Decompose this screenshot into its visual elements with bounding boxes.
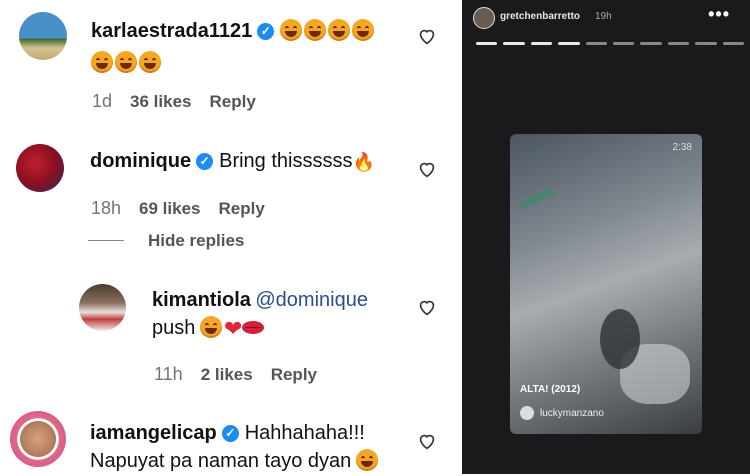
heart-outline-icon[interactable] [416, 158, 438, 180]
progress-segment [503, 42, 525, 45]
verified-badge-icon: ✓ [221, 425, 239, 442]
progress-segment [476, 42, 498, 45]
more-options-icon[interactable]: ••• [708, 4, 730, 25]
comment-karlaestrada1121: karlaestrada1121 ✓ [91, 15, 411, 81]
comment-meta: 18h 69 likes Reply [91, 198, 283, 219]
comment-username[interactable]: iamangelicap [90, 422, 217, 444]
comment-username[interactable]: karlaestrada1121 [91, 20, 252, 42]
comments-panel: karlaestrada1121 ✓ 1d 36 likes Reply domini… [0, 0, 462, 474]
verified-badge-icon: ✓ [196, 153, 214, 170]
story-username[interactable]: gretchenbarretto [500, 11, 580, 22]
kiss-lips-emoji-icon [242, 321, 265, 334]
hide-replies-divider [88, 240, 124, 241]
avatar[interactable] [16, 144, 64, 192]
progress-segment [558, 42, 580, 45]
progress-segment [613, 42, 635, 45]
video-user-avatar [520, 406, 534, 420]
story-time: 19h [595, 11, 612, 22]
comment-text: Bring thissssss [219, 150, 353, 172]
heart-outline-icon[interactable] [416, 25, 438, 47]
mention-link[interactable]: @dominique [255, 289, 368, 311]
comment-dominique: dominique ✓ Bring thissssss🔥 [90, 148, 410, 176]
progress-segment [530, 42, 553, 45]
comment-text: push [152, 317, 196, 339]
video-light-streak [519, 186, 556, 210]
video-label: ALTA! (2012) [520, 384, 581, 395]
story-avatar[interactable] [473, 7, 495, 29]
reply-button[interactable]: Reply [271, 365, 317, 384]
comment-username[interactable]: dominique [90, 150, 191, 172]
story-panel: gretchenbarretto 19h ••• 2:38 ALTA! (201… [462, 0, 750, 474]
laughing-emoji-icon [91, 51, 113, 73]
fire-emoji-icon: 🔥 [352, 152, 375, 172]
avatar[interactable] [19, 12, 67, 60]
reply-button[interactable]: Reply [209, 92, 255, 111]
comment-age: 18h [91, 198, 122, 218]
video-timestamp: 2:38 [672, 142, 692, 153]
avatar[interactable] [79, 284, 126, 331]
likes-count[interactable]: 69 likes [139, 199, 200, 218]
hide-replies-button[interactable]: Hide replies [148, 231, 244, 251]
likes-count[interactable]: 36 likes [130, 92, 191, 111]
comment-text-line2: Napuyat pa naman tayo dyan [90, 450, 352, 472]
comment-meta: 11h 2 likes Reply [154, 364, 335, 385]
progress-segment [695, 42, 717, 45]
heart-outline-icon[interactable] [416, 430, 438, 452]
comment-kimantiola: kimantiola @dominique push ❤ [152, 287, 412, 343]
laughing-emoji-icon [115, 51, 137, 73]
story-progress-bar [476, 42, 745, 45]
progress-segment [722, 42, 745, 45]
progress-segment [585, 42, 608, 45]
comment-meta: 1d 36 likes Reply [92, 91, 274, 112]
laughing-emoji-icon [199, 316, 222, 338]
laughing-emoji-icon [304, 19, 327, 41]
comment-text: Hahhahaha!!! [244, 422, 365, 444]
laughing-emoji-icon [328, 19, 351, 41]
progress-segment [640, 42, 662, 45]
laughing-emoji-icon [139, 51, 161, 73]
heart-outline-icon[interactable] [416, 296, 438, 318]
verified-badge-icon: ✓ [257, 23, 275, 40]
video-username: luckymanzano [540, 408, 604, 419]
comment-age: 11h [154, 364, 183, 384]
comment-iamangelicap: iamangelicap ✓ Hahhahaha!!! Napuyat pa nam… [90, 420, 430, 476]
avatar[interactable] [10, 411, 66, 467]
likes-count[interactable]: 2 likes [201, 365, 253, 384]
progress-segment [667, 42, 690, 45]
comment-age: 1d [92, 91, 113, 111]
laughing-emoji-icon [355, 449, 378, 471]
laughing-emoji-icon [280, 19, 303, 41]
laughing-emoji-icon [352, 19, 375, 41]
heart-emoji-icon: ❤ [223, 316, 243, 341]
story-video[interactable]: 2:38 ALTA! (2012) luckymanzano [510, 134, 702, 434]
reply-button[interactable]: Reply [219, 199, 265, 218]
video-shadow [600, 309, 640, 369]
comment-username[interactable]: kimantiola [152, 289, 251, 311]
